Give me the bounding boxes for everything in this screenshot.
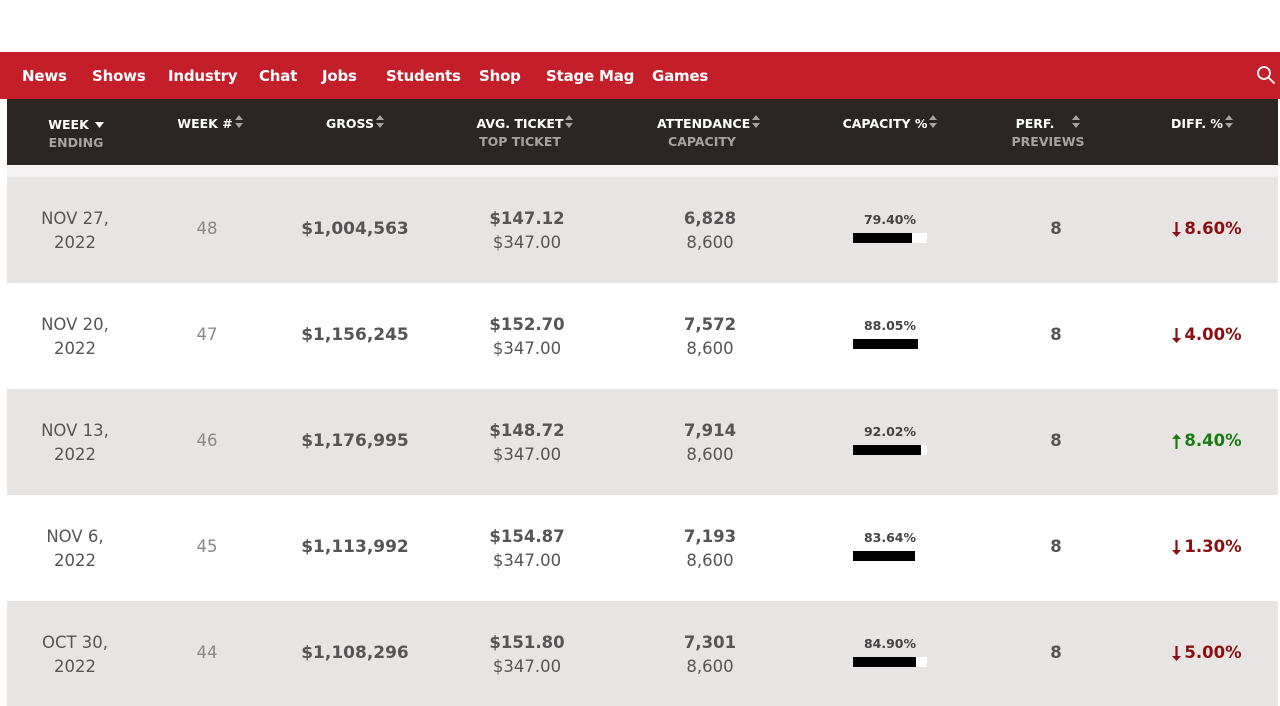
- table-row: OCT 30, 2022 44 $1,108,296 $151.80 $347.00…: [7, 601, 1278, 706]
- table-header: WEEK ENDING WEEK # GROSS AVG. TICKET TOP…: [7, 99, 1278, 165]
- avg-ticket-cell: $152.70 $347.00: [489, 315, 565, 358]
- avg-ticket-cell: $148.72 $347.00: [489, 421, 565, 464]
- attendance-cell: 7,193 8,600: [683, 527, 737, 570]
- capacity-bar: [853, 339, 927, 349]
- perf-cell: 8: [1050, 431, 1062, 450]
- capacity-bar-fill: [853, 233, 912, 243]
- avg-ticket-cell: $147.12 $347.00: [489, 209, 565, 252]
- header-week-number[interactable]: WEEK #: [175, 115, 245, 133]
- caret-down-icon: [94, 115, 104, 133]
- week-number-cell: 48: [196, 219, 218, 238]
- perf-cell: 8: [1050, 325, 1062, 344]
- diff-cell: 5.00%: [1152, 643, 1262, 665]
- sort-icon: [565, 115, 574, 128]
- diff-cell: 4.00%: [1152, 325, 1262, 347]
- week-number-cell: 46: [196, 431, 218, 450]
- capacity-bar: [853, 233, 927, 243]
- perf-cell: 8: [1050, 219, 1062, 238]
- capacity-bar: [853, 445, 927, 455]
- nav-link-jobs[interactable]: Jobs: [322, 67, 357, 85]
- week-ending-cell: NOV 27, 2022: [41, 209, 109, 252]
- main-nav: News Shows Industry Chat Jobs Students S…: [0, 52, 1280, 99]
- table-header-spacer: [7, 165, 1278, 177]
- week-number-cell: 45: [196, 537, 218, 556]
- capacity-bar-fill: [853, 657, 916, 667]
- sort-icon: [375, 115, 384, 128]
- attendance-cell: 7,572 8,600: [683, 315, 737, 358]
- avg-ticket-cell: $154.87 $347.00: [489, 527, 565, 570]
- header-week-sub: ENDING: [48, 135, 104, 150]
- sort-icon: [752, 115, 761, 128]
- nav-link-shop[interactable]: Shop: [479, 67, 521, 85]
- gross-cell: $1,004,563: [301, 219, 409, 239]
- nav-link-shows[interactable]: Shows: [92, 67, 146, 85]
- gross-cell: $1,113,992: [301, 537, 409, 557]
- perf-cell: 8: [1050, 643, 1062, 662]
- attendance-cell: 6,828 8,600: [683, 209, 737, 252]
- week-ending-cell: NOV 13, 2022: [41, 421, 109, 464]
- diff-cell: 8.60%: [1152, 219, 1262, 241]
- week-ending-cell: OCT 30, 2022: [41, 633, 109, 676]
- table-row: NOV 13, 2022 46 $1,176,995 $148.72 $347.00…: [7, 389, 1278, 495]
- capacity-cell: 79.40%: [850, 212, 930, 243]
- week-number-cell: 44: [196, 643, 218, 662]
- capacity-cell: 88.05%: [850, 318, 930, 349]
- search-icon[interactable]: [1256, 65, 1276, 85]
- diff-cell: 1.30%: [1152, 537, 1262, 559]
- gross-cell: $1,108,296: [301, 643, 409, 663]
- attendance-cell: 7,914 8,600: [683, 421, 737, 464]
- perf-cell: 8: [1050, 537, 1062, 556]
- header-perf[interactable]: PERF. PREVIEWS: [1008, 115, 1088, 151]
- avg-ticket-cell: $151.80 $347.00: [489, 633, 565, 676]
- attendance-cell: 7,301 8,600: [683, 633, 737, 676]
- capacity-bar-fill: [853, 551, 915, 561]
- arrow-down-icon: [1172, 328, 1182, 347]
- nav-link-industry[interactable]: Industry: [168, 67, 238, 85]
- sort-icon: [929, 115, 938, 128]
- header-diff[interactable]: DIFF. %: [1167, 115, 1237, 133]
- header-perf-sub: PREVIEWS: [1011, 134, 1085, 149]
- diff-cell: 8.40%: [1152, 431, 1262, 453]
- sort-icon: [1072, 115, 1081, 128]
- week-ending-cell: NOV 6, 2022: [46, 527, 104, 570]
- header-gross[interactable]: GROSS: [320, 115, 390, 133]
- nav-link-chat[interactable]: Chat: [259, 67, 297, 85]
- gross-cell: $1,156,245: [301, 325, 409, 345]
- week-number-cell: 47: [196, 325, 218, 344]
- nav-link-news[interactable]: News: [22, 67, 67, 85]
- capacity-cell: 83.64%: [850, 530, 930, 561]
- nav-link-stage-mag[interactable]: Stage Mag: [546, 67, 634, 85]
- sort-icon: [234, 115, 243, 128]
- arrow-down-icon: [1172, 646, 1182, 665]
- capacity-cell: 92.02%: [850, 424, 930, 455]
- week-ending-cell: NOV 20, 2022: [41, 315, 109, 358]
- gross-cell: $1,176,995: [301, 431, 409, 451]
- arrow-up-icon: [1172, 434, 1182, 453]
- header-avg-ticket[interactable]: AVG. TICKET TOP TICKET: [475, 115, 575, 151]
- header-avg-ticket-sub: TOP TICKET: [479, 134, 561, 149]
- table-row: NOV 20, 2022 47 $1,156,245 $152.70 $347.00…: [7, 283, 1278, 389]
- capacity-cell: 84.90%: [850, 636, 930, 667]
- sort-icon: [1224, 115, 1233, 128]
- capacity-bar: [853, 551, 927, 561]
- capacity-bar-fill: [853, 339, 919, 349]
- capacity-bar: [853, 657, 927, 667]
- table-row: NOV 27, 2022 48 $1,004,563 $147.12 $347.00…: [7, 177, 1278, 283]
- nav-link-games[interactable]: Games: [652, 67, 708, 85]
- header-attendance-sub: CAPACITY: [668, 134, 736, 149]
- header-capacity-pct[interactable]: CAPACITY %: [840, 115, 940, 133]
- header-week-ending[interactable]: WEEK ENDING: [41, 115, 111, 152]
- arrow-down-icon: [1172, 540, 1182, 559]
- capacity-bar-fill: [853, 445, 922, 455]
- nav-link-students[interactable]: Students: [386, 67, 461, 85]
- table-row: NOV 6, 2022 45 $1,113,992 $154.87 $347.00 …: [7, 495, 1278, 601]
- arrow-down-icon: [1172, 222, 1182, 241]
- header-attendance[interactable]: ATTENDANCE CAPACITY: [657, 115, 761, 151]
